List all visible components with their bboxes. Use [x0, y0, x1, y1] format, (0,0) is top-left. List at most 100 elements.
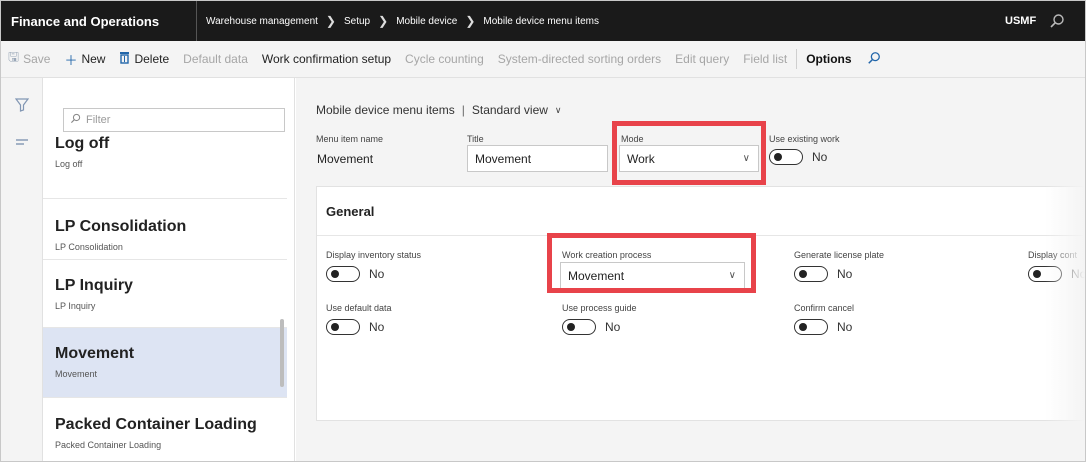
view-header: Mobile device menu items | Standard view… [316, 103, 562, 117]
save-button[interactable]: 🖫 Save [1, 48, 57, 70]
toggle-switch[interactable] [562, 319, 596, 335]
list-item-title: LP Consolidation [55, 218, 187, 235]
display-inventory-status-label: Display inventory status [326, 250, 422, 260]
app-window: Finance and Operations Warehouse managem… [0, 0, 1086, 462]
delete-label: Delete [134, 52, 170, 66]
trash-icon [119, 51, 130, 67]
new-label: New [81, 52, 106, 66]
default-data-button[interactable]: Default data [176, 52, 255, 66]
breadcrumb-item[interactable]: Warehouse management [206, 16, 318, 27]
page-title: Mobile device menu items [316, 103, 455, 117]
toggle-switch[interactable] [326, 319, 360, 335]
display-inventory-status-toggle[interactable]: No [326, 266, 384, 282]
list-item[interactable]: LP Consolidation LP Consolidation [43, 199, 287, 260]
work-creation-process-highlight-box [547, 233, 756, 293]
list-item-title: Movement [55, 345, 135, 362]
breadcrumb-item[interactable]: Setup [344, 16, 370, 27]
list-item[interactable]: LP Inquiry LP Inquiry [43, 260, 287, 328]
view-separator: | [461, 103, 465, 117]
use-existing-work-toggle[interactable]: No [769, 149, 827, 165]
use-existing-work-label: Use existing work [769, 134, 840, 144]
field-list-button[interactable]: Field list [736, 52, 794, 66]
breadcrumb-item[interactable]: Mobile device [396, 16, 457, 27]
search-icon[interactable] [859, 51, 889, 68]
system-directed-sorting-orders-button[interactable]: System-directed sorting orders [491, 52, 668, 66]
generate-license-plate-label: Generate license plate [794, 250, 885, 260]
menu-item-name-field[interactable]: Movement [316, 145, 451, 172]
list-item-title: LP Inquiry [55, 277, 133, 294]
chevron-right-icon: ❯ [465, 14, 476, 28]
toggle-switch[interactable] [769, 149, 803, 165]
list-item-title: Packed Container Loading [55, 416, 257, 433]
save-label: Save [23, 52, 51, 66]
toggle-switch[interactable] [326, 266, 360, 282]
confirm-cancel-label: Confirm cancel [794, 303, 855, 313]
toggle-value: No [837, 267, 853, 281]
search-icon [70, 113, 81, 127]
action-pane: 🖫 Save ＋ New Delete Default data Work co… [1, 41, 1085, 78]
menu-item-name-label: Menu item name [316, 134, 384, 144]
mode-highlight-box [612, 121, 766, 185]
delete-button[interactable]: Delete [112, 51, 176, 67]
save-icon: 🖫 [8, 49, 20, 64]
options-tab[interactable]: Options [799, 52, 858, 66]
edit-query-button[interactable]: Edit query [668, 52, 736, 66]
toggle-knob [331, 323, 339, 331]
use-default-data-label: Use default data [326, 303, 392, 313]
toggle-value: No [837, 320, 853, 334]
list-item-title: Log off [55, 135, 110, 152]
filter-icon[interactable] [13, 96, 31, 114]
chevron-right-icon: ❯ [325, 14, 336, 28]
title-field[interactable]: Movement [467, 145, 608, 172]
breadcrumb-item[interactable]: Mobile device menu items [483, 16, 599, 27]
new-button[interactable]: ＋ New [57, 50, 112, 69]
view-selector[interactable]: Standard view [472, 103, 548, 117]
divider [796, 49, 798, 69]
top-bar: Finance and Operations Warehouse managem… [1, 1, 1085, 41]
list-item[interactable]: Packed Container Loading Packed Containe… [43, 398, 287, 461]
list-icon[interactable] [13, 134, 31, 152]
toggle-value: No [369, 267, 385, 281]
list-item-subtitle: LP Inquiry [55, 301, 96, 311]
search-icon[interactable] [1038, 5, 1076, 37]
filter-input[interactable] [86, 114, 276, 126]
company-selector[interactable]: USMF [1005, 1, 1036, 41]
confirm-cancel-toggle[interactable]: No [794, 319, 852, 335]
section-header[interactable]: General [326, 204, 374, 219]
chevron-right-icon: ❯ [378, 14, 389, 28]
filter-box[interactable] [63, 108, 285, 132]
toggle-switch[interactable] [794, 319, 828, 335]
edge-fade [1045, 78, 1085, 461]
list-scrollbar[interactable] [280, 319, 284, 387]
use-process-guide-toggle[interactable]: No [562, 319, 620, 335]
use-default-data-toggle[interactable]: No [326, 319, 384, 335]
toggle-knob [1033, 270, 1041, 278]
toggle-value: No [605, 320, 621, 334]
list-pane: Log off Log off LP Consolidation LP Cons… [43, 78, 295, 461]
app-name[interactable]: Finance and Operations [1, 1, 197, 41]
toggle-value: No [369, 320, 385, 334]
list-item-selected[interactable]: Movement Movement [43, 328, 287, 398]
breadcrumb: Warehouse management ❯ Setup ❯ Mobile de… [206, 1, 599, 41]
list-item[interactable]: Log off Log off [43, 135, 287, 199]
left-rail [1, 78, 43, 461]
use-process-guide-label: Use process guide [562, 303, 637, 313]
toggle-knob [774, 153, 782, 161]
chevron-down-icon[interactable]: ∨ [555, 105, 562, 116]
toggle-value: No [812, 150, 828, 164]
toggle-switch[interactable] [794, 266, 828, 282]
general-fasttab: General Display inventory status No Work… [316, 186, 1085, 421]
list-item-subtitle: Movement [55, 369, 98, 379]
list-item-subtitle: Log off [55, 159, 83, 169]
toggle-knob [331, 270, 339, 278]
toggle-knob [799, 270, 807, 278]
list-item-subtitle: LP Consolidation [55, 242, 123, 252]
cycle-counting-button[interactable]: Cycle counting [398, 52, 491, 66]
toggle-knob [799, 323, 807, 331]
list-item-subtitle: Packed Container Loading [55, 440, 162, 450]
generate-license-plate-toggle[interactable]: No [794, 266, 852, 282]
title-label: Title [467, 134, 484, 144]
work-confirmation-setup-button[interactable]: Work confirmation setup [255, 52, 398, 66]
toggle-knob [567, 323, 575, 331]
plus-icon: ＋ [64, 52, 78, 68]
